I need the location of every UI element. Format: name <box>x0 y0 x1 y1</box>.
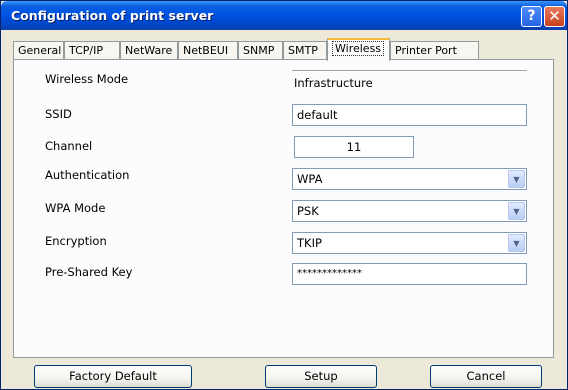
tab-snmp[interactable]: SNMP <box>238 41 283 60</box>
help-button[interactable]: ? <box>521 6 542 27</box>
channel-input[interactable]: 11 <box>294 136 414 158</box>
close-icon: ✕ <box>548 7 561 25</box>
tab-netware[interactable]: NetWare <box>120 41 178 60</box>
chevron-down-icon[interactable]: ▼ <box>508 202 525 220</box>
ssid-input[interactable]: default <box>292 104 527 126</box>
tab-wireless[interactable]: Wireless <box>327 38 390 61</box>
encryption-select[interactable]: TKIP ▼ <box>292 232 527 254</box>
tab-general[interactable]: General <box>13 41 64 60</box>
wpa-mode-select[interactable]: PSK ▼ <box>292 200 527 222</box>
channel-label: Channel <box>45 139 93 153</box>
print-server-config-window: Configuration of print server ? ✕ Genera… <box>0 0 568 390</box>
cancel-button[interactable]: Cancel <box>430 365 542 388</box>
tab-wireless-label: Wireless <box>332 41 385 56</box>
title-bar[interactable]: Configuration of print server ? ✕ <box>1 1 567 30</box>
tab-netbeui[interactable]: NetBEUI <box>178 41 238 60</box>
encryption-label: Encryption <box>45 234 107 248</box>
encryption-value: TKIP <box>297 236 322 250</box>
help-icon: ? <box>527 8 536 24</box>
chevron-down-icon[interactable]: ▼ <box>508 170 525 188</box>
window-title: Configuration of print server <box>11 8 214 23</box>
setup-button[interactable]: Setup <box>265 365 377 388</box>
wireless-mode-value: Infrastructure <box>292 70 527 92</box>
wpa-mode-label: WPA Mode <box>45 201 106 215</box>
wireless-mode-label: Wireless Mode <box>45 72 129 86</box>
authentication-select[interactable]: WPA ▼ <box>292 168 527 190</box>
pre-shared-key-label: Pre-Shared Key <box>45 265 133 279</box>
close-button[interactable]: ✕ <box>544 6 565 27</box>
authentication-value: WPA <box>297 172 323 186</box>
chevron-down-icon[interactable]: ▼ <box>508 234 525 252</box>
factory-default-button[interactable]: Factory Default <box>34 365 192 388</box>
pre-shared-key-input[interactable]: ************* <box>292 263 527 285</box>
ssid-label: SSID <box>45 107 72 121</box>
authentication-label: Authentication <box>45 168 130 182</box>
tab-smtp[interactable]: SMTP <box>283 41 327 60</box>
wireless-settings-panel: Wireless Mode Infrastructure SSID defaul… <box>13 59 554 358</box>
tab-printer-port[interactable]: Printer Port <box>390 41 479 60</box>
tab-tcpip[interactable]: TCP/IP <box>64 41 120 60</box>
wpa-mode-value: PSK <box>297 204 319 218</box>
